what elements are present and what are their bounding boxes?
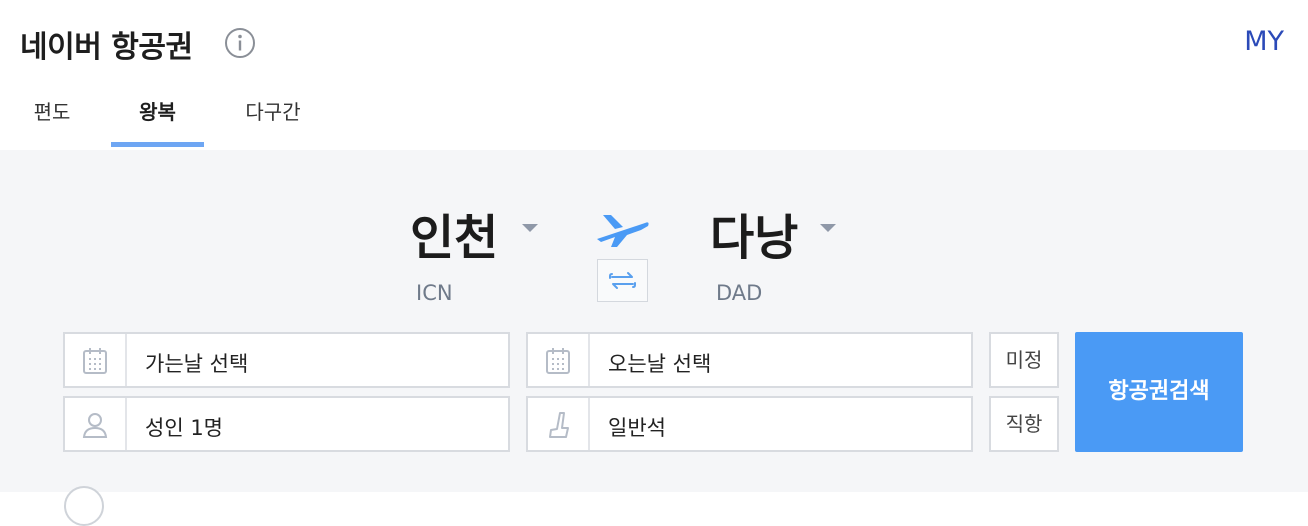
tab-roundtrip[interactable]: 왕복 xyxy=(111,96,204,148)
swap-route-button[interactable] xyxy=(597,259,648,302)
calendar-icon xyxy=(83,348,107,374)
swap-icon xyxy=(609,272,636,289)
seat-icon xyxy=(549,412,569,438)
tab-oneway[interactable]: 편도 xyxy=(24,96,80,148)
passengers-field[interactable]: 성인 1명 xyxy=(63,396,510,452)
info-icon[interactable] xyxy=(224,27,256,59)
seat-class-field[interactable]: 일반석 xyxy=(526,396,973,452)
tab-multicity[interactable]: 다구간 xyxy=(234,96,312,148)
plane-icon xyxy=(597,215,649,247)
depart-date-label: 가는날 선택 xyxy=(145,352,249,376)
origin-city[interactable]: 인천 xyxy=(410,198,498,268)
origin-dropdown-caret-icon[interactable] xyxy=(522,224,538,232)
seat-class-label: 일반석 xyxy=(608,416,666,440)
depart-date-field[interactable]: 가는날 선택 xyxy=(63,332,510,388)
header: 네이버 항공권 MY 편도 왕복 다구간 xyxy=(0,0,1308,151)
calendar-icon xyxy=(546,348,570,374)
flight-search-button[interactable]: 항공권검색 xyxy=(1075,332,1243,452)
person-icon xyxy=(82,413,108,438)
return-date-field[interactable]: 오는날 선택 xyxy=(526,332,973,388)
my-link[interactable]: MY xyxy=(1244,26,1284,57)
destination-code: DAD xyxy=(716,281,763,305)
return-date-label: 오는날 선택 xyxy=(608,352,712,376)
origin-code: ICN xyxy=(416,281,453,305)
page-title: 네이버 항공권 xyxy=(20,30,193,65)
passengers-label: 성인 1명 xyxy=(145,416,223,440)
destination-city[interactable]: 다낭 xyxy=(710,198,798,268)
direct-flight-button[interactable]: 직항 xyxy=(989,396,1059,452)
destination-dropdown-caret-icon[interactable] xyxy=(820,224,836,232)
active-tab-indicator xyxy=(111,142,204,147)
undecided-button[interactable]: 미정 xyxy=(989,332,1059,388)
partial-circle-icon xyxy=(64,486,104,526)
